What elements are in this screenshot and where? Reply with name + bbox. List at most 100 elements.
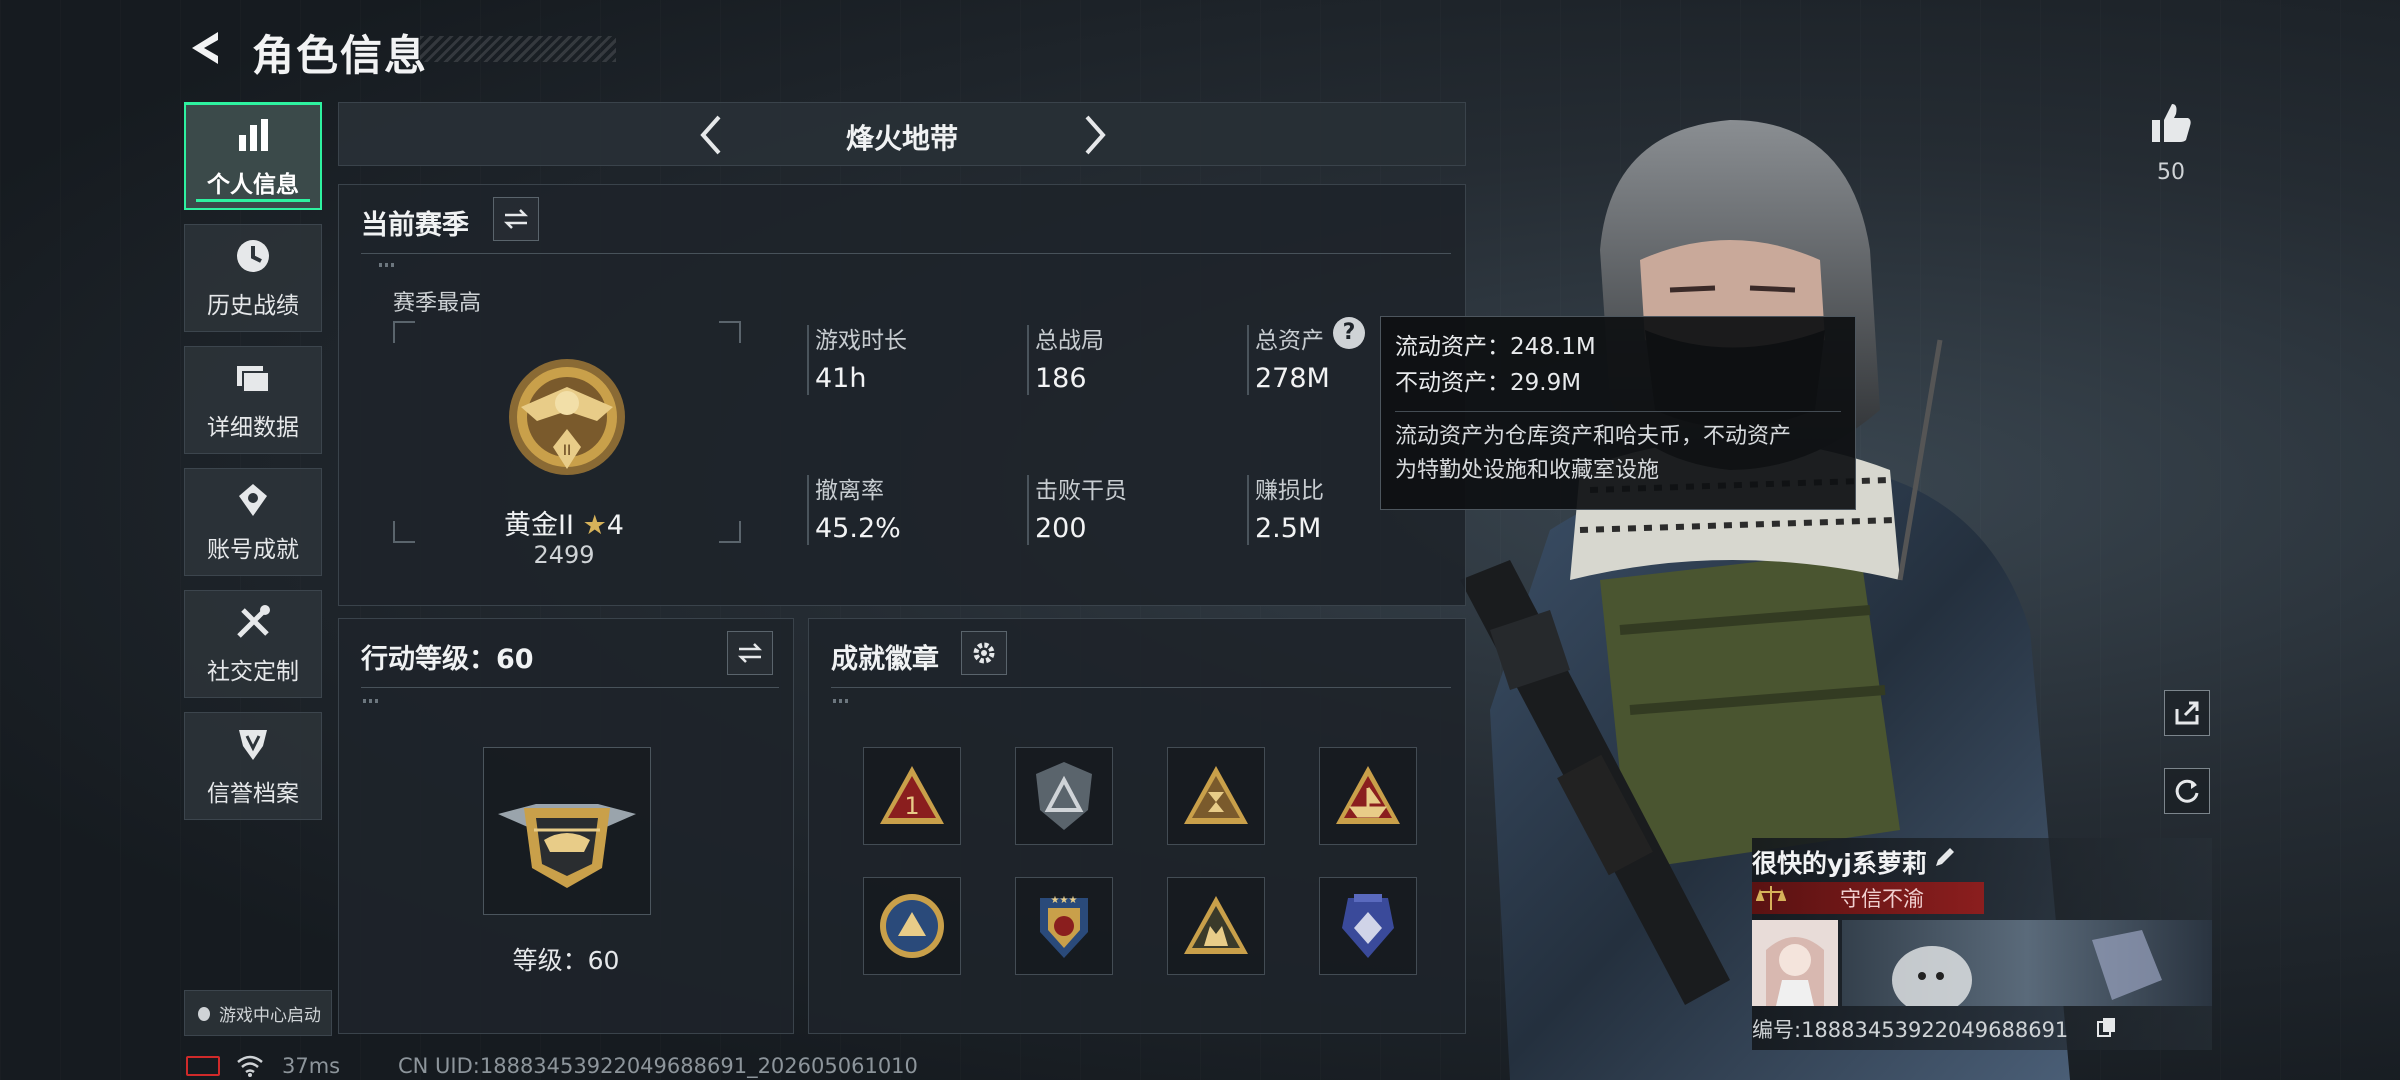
- ship-badge-icon: [1336, 766, 1400, 824]
- divider: [831, 687, 1451, 688]
- achievement-badge[interactable]: [863, 877, 961, 975]
- frame-corner: [719, 321, 741, 343]
- achievement-badge[interactable]: [1167, 877, 1265, 975]
- folders-icon: [237, 366, 270, 393]
- achievement-badge[interactable]: [1015, 747, 1113, 845]
- assets-description-line: 流动资产为仓库资产和哈夫币，不动资产: [1395, 424, 1792, 449]
- stat-divider: [1247, 325, 1249, 395]
- like-count: 50: [2157, 160, 2185, 185]
- stat-divider: [807, 325, 809, 395]
- action-level-panel: 行动等级：60 等级：60: [338, 618, 794, 1034]
- share-button[interactable]: [2164, 690, 2210, 736]
- reputation-tag: 守信不渝: [1752, 882, 1984, 914]
- swap-icon: [503, 209, 529, 229]
- profile-banner: [1842, 920, 2212, 1014]
- sidebar-item-label: 信誉档案: [207, 781, 299, 807]
- svg-text:★★★: ★★★: [1051, 895, 1078, 906]
- fixed-assets: 不动资产：29.9M: [1395, 370, 1582, 396]
- helicopter-emblem-icon: [498, 804, 636, 888]
- rank-name-row: 黄金II ★4: [399, 503, 729, 542]
- sidebar-item-reputation[interactable]: 信誉档案: [184, 712, 322, 820]
- sidebar-item-label: 详细数据: [207, 415, 299, 441]
- refresh-icon: [2175, 779, 2199, 803]
- sidebar-item-achievements[interactable]: 账号成就: [184, 468, 322, 576]
- action-level-title: 行动等级：60: [361, 644, 534, 675]
- clock-icon: [237, 240, 269, 272]
- share-icon: [2175, 701, 2199, 725]
- decor-dots: [833, 699, 851, 703]
- achievement-badge[interactable]: [1319, 877, 1417, 975]
- shield-stars-badge-icon: ★★★: [1040, 895, 1088, 958]
- hourglass-badge-icon: [1184, 766, 1248, 824]
- soldier-triangle-badge-icon: [1184, 896, 1248, 954]
- anime-girl-avatar-icon: [1766, 937, 1824, 1006]
- stat-label: 总战局: [1035, 328, 1104, 354]
- stat-value: 278M: [1255, 363, 1330, 394]
- penguin-icon: [198, 1007, 210, 1021]
- stat-label: 撤离率: [815, 478, 884, 504]
- sidebar-item-social[interactable]: 社交定制: [184, 590, 322, 698]
- stat-value: 45.2%: [815, 513, 901, 544]
- frame-corner: [393, 321, 415, 343]
- level-text: 等级：60: [512, 946, 620, 975]
- stat-value: 200: [1035, 513, 1087, 544]
- stat-value: 41h: [815, 363, 867, 394]
- reputation-tag-text: 守信不渝: [1840, 887, 1924, 911]
- season-panel: 当前赛季 赛季最高 II 黄金II ★4 2499 游戏时长 41h 总战局 1…: [338, 184, 1466, 606]
- refresh-button[interactable]: [2164, 768, 2210, 814]
- season-peak-label: 赛季最高: [393, 291, 482, 316]
- mode-name: 烽火地带: [845, 122, 958, 155]
- season-title: 当前赛季: [361, 210, 469, 241]
- stat-divider: [1027, 325, 1029, 395]
- copy-icon[interactable]: [2096, 1016, 2118, 1038]
- stat-label: 赚损比: [1255, 478, 1324, 504]
- thumbs-up-icon[interactable]: [2146, 98, 2196, 148]
- stat-value: 2.5M: [1255, 513, 1322, 544]
- game-center-launch-button[interactable]: 游戏中心启动: [184, 990, 332, 1036]
- scales-icon: [1756, 886, 1786, 910]
- battery-icon: [186, 1056, 220, 1076]
- swap-icon: [737, 643, 763, 663]
- achievement-icon: [239, 484, 267, 516]
- svg-text:II: II: [563, 443, 571, 459]
- achievement-badge[interactable]: [1319, 747, 1417, 845]
- banner-art-icon: [1892, 930, 2162, 1014]
- sidebar-item-label: 社交定制: [207, 659, 299, 685]
- divider: [361, 687, 779, 688]
- edit-name-icon[interactable]: [1932, 844, 1958, 870]
- help-icon[interactable]: ?: [1333, 317, 1365, 349]
- level-badge-frame: [483, 747, 651, 915]
- assets-description-line: 为特勤处设施和收藏室设施: [1395, 458, 1660, 483]
- badge-settings-button[interactable]: [961, 631, 1007, 675]
- next-mode-arrow-icon[interactable]: [1069, 111, 1117, 159]
- stat-divider: [807, 475, 809, 545]
- action-level-switch-button[interactable]: [727, 631, 773, 675]
- avatar[interactable]: [1752, 920, 1838, 1006]
- sidebar-item-label: 个人信息: [207, 171, 299, 198]
- sidebar-item-history[interactable]: 历史战绩: [184, 224, 322, 332]
- game-center-label: 游戏中心启动: [219, 1005, 321, 1026]
- stat-label: 击败干员: [1035, 478, 1127, 504]
- diamond-shield-badge-icon: [1342, 894, 1394, 958]
- back-arrow-icon[interactable]: [184, 26, 228, 70]
- gear-icon: [973, 642, 995, 664]
- uid-text: CN UID:18883453922049688691_202605061010: [398, 1054, 918, 1078]
- bar-chart-icon: [239, 118, 268, 151]
- tools-icon: [237, 605, 270, 638]
- stat-divider: [1027, 475, 1029, 545]
- achievement-badge[interactable]: ★★★: [1015, 877, 1113, 975]
- rank-score: 2499: [533, 541, 595, 569]
- achievement-badge[interactable]: [1167, 747, 1265, 845]
- season-switch-button[interactable]: [493, 197, 539, 241]
- achievement-badge[interactable]: 1: [863, 747, 961, 845]
- sidebar-item-detailed-data[interactable]: 详细数据: [184, 346, 322, 454]
- stat-value: 186: [1035, 363, 1087, 394]
- stat-label: 游戏时长: [815, 328, 907, 354]
- gold-rank-emblem-icon: II: [509, 359, 625, 475]
- mode-selector: 烽火地带: [338, 102, 1466, 166]
- stat-divider: [1247, 475, 1249, 545]
- liquid-assets: 流动资产：248.1M: [1395, 334, 1596, 360]
- rank-name: 黄金II: [504, 510, 574, 541]
- sidebar-item-label: 账号成就: [207, 537, 299, 563]
- sidebar-item-personal-info[interactable]: 个人信息: [184, 102, 322, 210]
